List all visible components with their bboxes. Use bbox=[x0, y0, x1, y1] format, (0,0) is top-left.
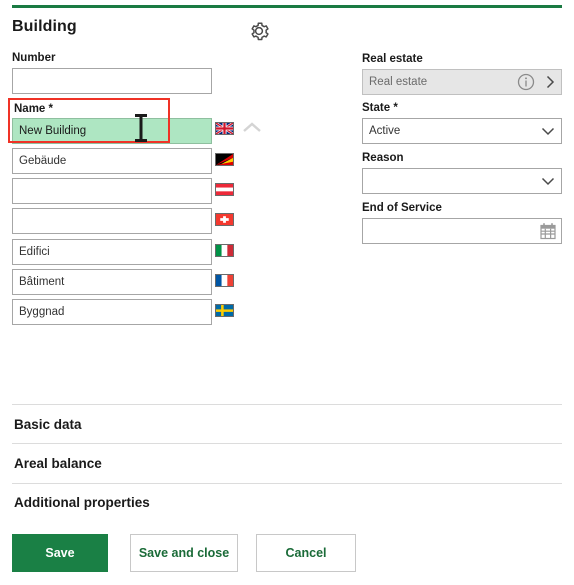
name-translation-input-at[interactable] bbox=[12, 178, 212, 204]
section-divider-1 bbox=[12, 404, 562, 405]
flag-de-icon[interactable] bbox=[215, 153, 234, 166]
chevron-right-icon[interactable] bbox=[540, 72, 560, 92]
info-icon[interactable] bbox=[516, 72, 536, 92]
flag-se-icon[interactable] bbox=[215, 304, 234, 317]
chevron-down-icon-state[interactable] bbox=[538, 121, 558, 141]
reason-label: Reason bbox=[362, 152, 404, 164]
flag-fr-icon[interactable] bbox=[215, 274, 234, 287]
flag-at-icon[interactable] bbox=[215, 183, 234, 196]
name-translation-input-se[interactable] bbox=[12, 299, 212, 325]
gear-icon[interactable] bbox=[247, 19, 271, 43]
cancel-button[interactable]: Cancel bbox=[256, 534, 356, 572]
flag-it-icon[interactable] bbox=[215, 244, 234, 257]
building-form-window: Building Number Name * New Building Gebä… bbox=[0, 0, 574, 585]
flag-uk-icon[interactable] bbox=[215, 122, 234, 135]
name-label: Name * bbox=[14, 103, 53, 115]
section-header-additional-properties[interactable]: Additional properties bbox=[14, 495, 150, 510]
page-title: Building bbox=[12, 18, 77, 35]
end-of-service-input[interactable] bbox=[362, 218, 562, 244]
save-and-close-button[interactable]: Save and close bbox=[130, 534, 238, 572]
flag-ch-icon[interactable] bbox=[215, 213, 234, 226]
name-translation-input-fr[interactable] bbox=[12, 269, 212, 295]
save-button[interactable]: Save bbox=[12, 534, 108, 572]
section-header-basic-data[interactable]: Basic data bbox=[14, 417, 82, 432]
name-translation-input-it[interactable] bbox=[12, 239, 212, 265]
accent-bar bbox=[12, 5, 562, 8]
state-label: State * bbox=[362, 102, 398, 114]
section-divider-3 bbox=[12, 483, 562, 484]
chevron-up-icon[interactable] bbox=[241, 119, 263, 137]
end-of-service-label: End of Service bbox=[362, 202, 442, 214]
state-select[interactable] bbox=[362, 118, 562, 144]
section-header-areal-balance[interactable]: Areal balance bbox=[14, 456, 102, 471]
real-estate-label: Real estate bbox=[362, 53, 423, 65]
calendar-icon[interactable] bbox=[538, 221, 558, 241]
name-translation-input-ch[interactable] bbox=[12, 208, 212, 234]
number-label: Number bbox=[12, 52, 56, 64]
reason-select[interactable] bbox=[362, 168, 562, 194]
chevron-down-icon-reason[interactable] bbox=[538, 171, 558, 191]
number-input[interactable] bbox=[12, 68, 212, 94]
name-translation-input-de[interactable] bbox=[12, 148, 212, 174]
section-divider-2 bbox=[12, 443, 562, 444]
name-input[interactable] bbox=[12, 118, 212, 144]
